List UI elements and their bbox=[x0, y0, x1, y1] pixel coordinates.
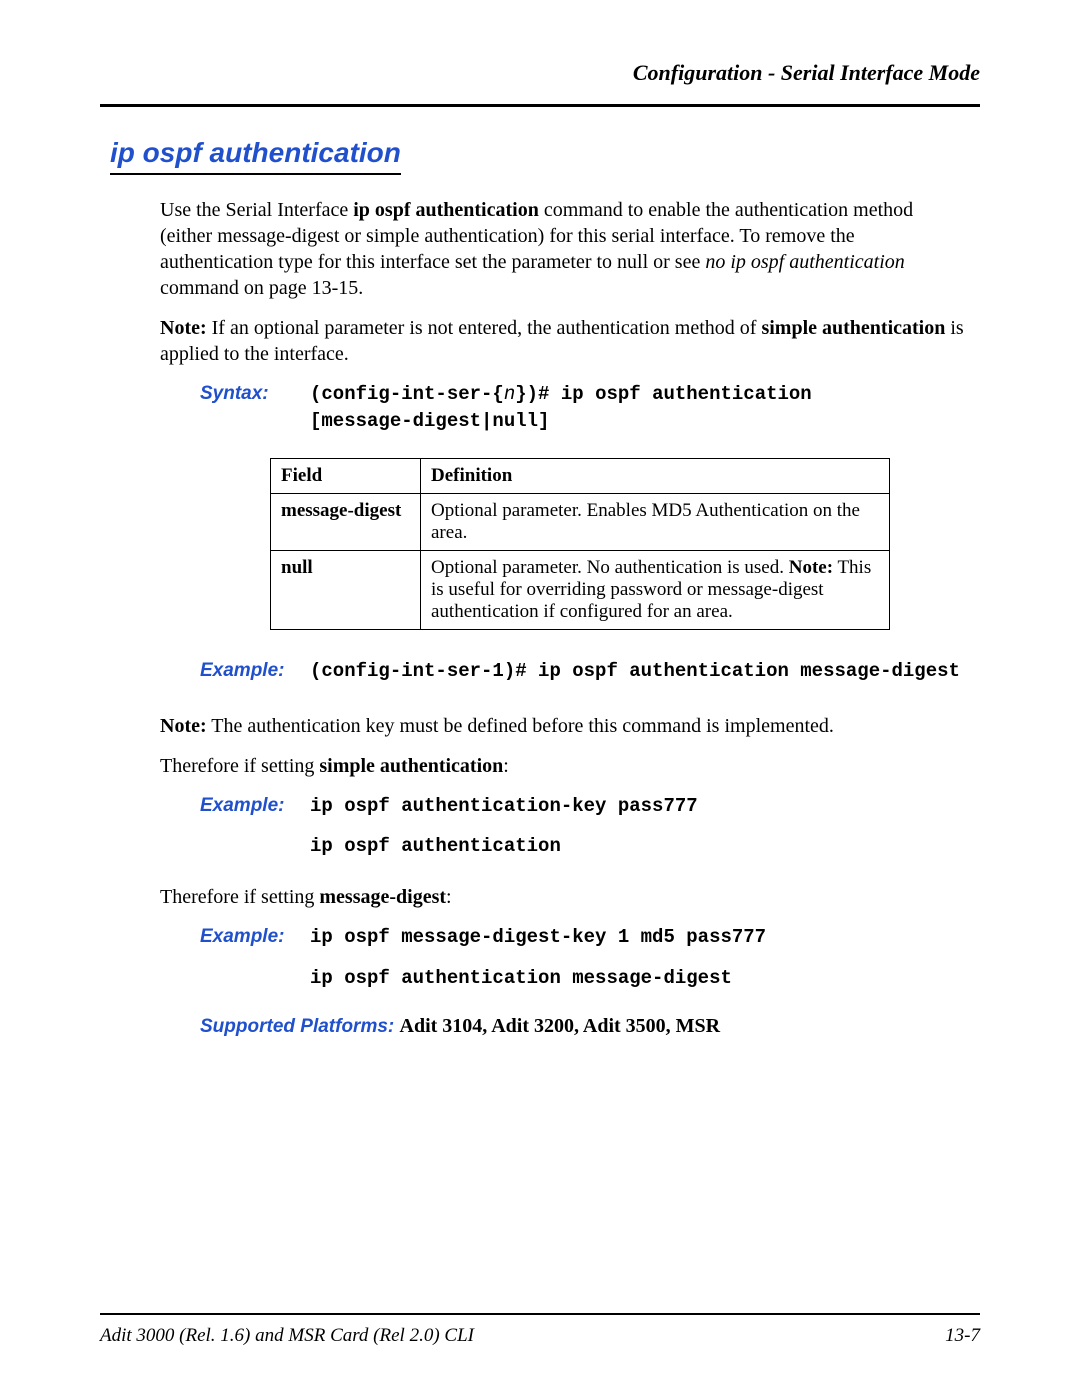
example-block-3: Example: ip ospf message-digest-key 1 md… bbox=[200, 924, 766, 991]
code: (config-int-ser-{ bbox=[310, 383, 504, 405]
code-param: n bbox=[504, 383, 515, 405]
text: Therefore if setting bbox=[160, 886, 319, 908]
supported-value: Adit 3104, Adit 3200, Adit 3500, MSR bbox=[400, 1015, 721, 1037]
emph: message-digest bbox=[319, 886, 446, 908]
syntax-label: Syntax: bbox=[200, 381, 310, 434]
text: : bbox=[503, 755, 509, 777]
header-rule bbox=[100, 104, 980, 107]
code: })# ip ospf authentication bbox=[515, 383, 811, 405]
emph: simple authentication bbox=[319, 755, 503, 777]
code: [message-digest|null] bbox=[310, 410, 549, 432]
table-row: null Optional parameter. No authenticati… bbox=[271, 551, 890, 630]
field-table: Field Definition message-digest Optional… bbox=[270, 458, 890, 630]
field-name: message-digest bbox=[271, 494, 421, 551]
footer-left: Adit 3000 (Rel. 1.6) and MSR Card (Rel 2… bbox=[100, 1325, 474, 1347]
note-label: Note: bbox=[789, 557, 833, 578]
intro-paragraph-2: Note: If an optional parameter is not en… bbox=[160, 315, 970, 367]
field-def: Optional parameter. No authentication is… bbox=[421, 551, 890, 630]
example-code: ip ospf authentication-key pass777 ip os… bbox=[310, 793, 698, 860]
text: If an optional parameter is not entered,… bbox=[207, 317, 762, 339]
command-name: ip ospf authentication bbox=[353, 199, 539, 221]
example-code: (config-int-ser-1)# ip ospf authenticati… bbox=[310, 658, 960, 685]
field-table-wrap: Field Definition message-digest Optional… bbox=[270, 458, 970, 630]
example-block-2: Example: ip ospf authentication-key pass… bbox=[200, 793, 698, 860]
example-label: Example: bbox=[200, 924, 310, 991]
table-header-definition: Definition bbox=[421, 459, 890, 494]
table-header-field: Field bbox=[271, 459, 421, 494]
therefore-1: Therefore if setting simple authenticati… bbox=[160, 753, 970, 779]
supported-platforms: Supported Platforms: Adit 3104, Adit 320… bbox=[200, 1015, 970, 1038]
footer-page-number: 13-7 bbox=[945, 1325, 980, 1347]
text: command on page 13-15. bbox=[160, 277, 363, 299]
intro-paragraph-1: Use the Serial Interface ip ospf authent… bbox=[160, 197, 970, 301]
footer-rule bbox=[100, 1313, 980, 1315]
header-chapter-title: Configuration - Serial Interface Mode bbox=[100, 60, 980, 86]
emph: simple authentication bbox=[761, 317, 945, 339]
field-name: null bbox=[271, 551, 421, 630]
syntax-block: Syntax: (config-int-ser-{n})# ip ospf au… bbox=[200, 381, 812, 434]
table-row: message-digest Optional parameter. Enabl… bbox=[271, 494, 890, 551]
ref-command: no ip ospf authentication bbox=[705, 251, 904, 273]
therefore-2: Therefore if setting message-digest: bbox=[160, 884, 970, 910]
supported-label: Supported Platforms: bbox=[200, 1016, 400, 1037]
note-label: Note: bbox=[160, 317, 207, 339]
text: Therefore if setting bbox=[160, 755, 319, 777]
text: Optional parameter. No authentication is… bbox=[431, 557, 789, 578]
text: The authentication key must be defined b… bbox=[207, 715, 834, 737]
page-title: ip ospf authentication bbox=[110, 137, 401, 175]
text: Use the Serial Interface bbox=[160, 199, 353, 221]
field-def: Optional parameter. Enables MD5 Authenti… bbox=[421, 494, 890, 551]
code-line: ip ospf authentication-key pass777 bbox=[310, 793, 698, 820]
example-block-1: Example: (config-int-ser-1)# ip ospf aut… bbox=[200, 658, 960, 685]
note-paragraph: Note: The authentication key must be def… bbox=[160, 713, 970, 739]
page-footer: Adit 3000 (Rel. 1.6) and MSR Card (Rel 2… bbox=[100, 1313, 980, 1347]
example-label: Example: bbox=[200, 658, 310, 685]
note-label: Note: bbox=[160, 715, 207, 737]
example-label: Example: bbox=[200, 793, 310, 860]
text: : bbox=[446, 886, 452, 908]
syntax-content: (config-int-ser-{n})# ip ospf authentica… bbox=[310, 381, 812, 434]
code-line: ip ospf authentication message-digest bbox=[310, 965, 766, 992]
code-line: ip ospf authentication bbox=[310, 833, 698, 860]
code-line: ip ospf message-digest-key 1 md5 pass777 bbox=[310, 924, 766, 951]
example-code: ip ospf message-digest-key 1 md5 pass777… bbox=[310, 924, 766, 991]
